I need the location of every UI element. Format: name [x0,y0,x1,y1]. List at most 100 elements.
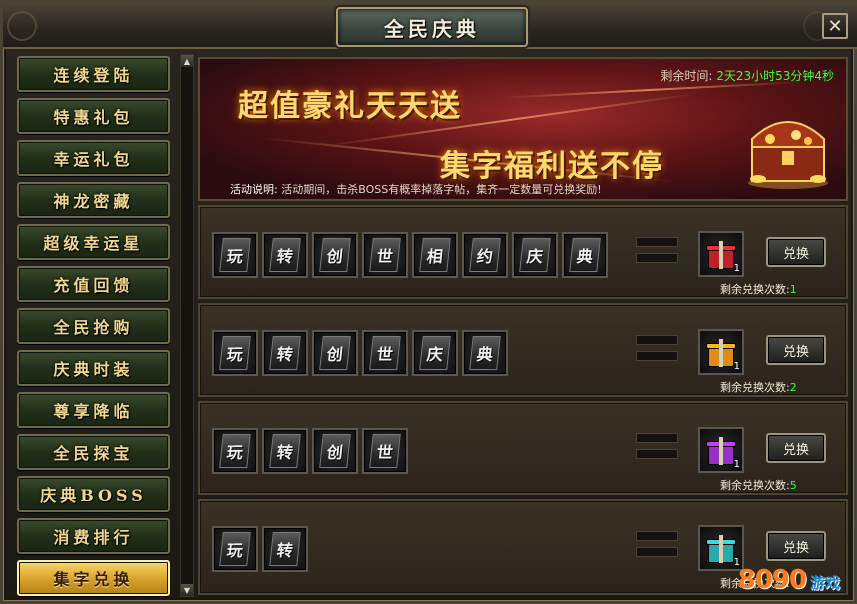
banner-headline-2: 集字福利送不停 [440,149,664,184]
reward-slot[interactable]: 1 [698,231,744,277]
character-token-slot[interactable]: 世 [362,232,408,278]
character-token: 约 [469,238,501,272]
reward-quantity: 1 [733,459,740,470]
reward-quantity: 1 [733,361,740,372]
character-token: 世 [369,336,401,370]
remaining-label: 剩余兑换次数: [720,283,790,296]
sidebar-item-6[interactable]: 全民抢购 [17,308,170,344]
title-plate: 全民庆典 [336,7,528,47]
character-token-slot[interactable]: 转 [262,232,308,278]
character-token-slot[interactable]: 相 [412,232,458,278]
gift-box-icon [706,339,736,367]
remaining-count: 5 [789,479,797,492]
character-token-slot[interactable]: 玩 [212,526,258,572]
arrow-indicator-icon [636,433,678,443]
gift-box-icon [706,437,736,465]
exchange-button[interactable]: 兑换 [766,237,826,267]
character-token-slot[interactable]: 典 [462,330,508,376]
character-token: 转 [269,532,301,566]
character-token: 相 [419,238,451,272]
character-token: 玩 [219,532,251,566]
exchange-row: 玩转创世 1 兑换剩余兑换次数:5 [198,401,848,495]
character-token-slot[interactable]: 庆 [512,232,558,278]
character-token: 转 [269,434,301,468]
character-token: 典 [469,336,501,370]
remaining-count: 2 [789,381,797,394]
reward-quantity: 1 [733,263,740,274]
character-token: 世 [369,434,401,468]
arrow-indicator-icon [636,253,678,263]
character-token: 典 [569,238,601,272]
arrow-indicator-icon [636,449,678,459]
arrow-indicator-icon [636,547,678,557]
arrow-indicator-icon [636,335,678,345]
sidebar-item-12[interactable]: 集字兑换 [17,560,170,596]
character-token-slot[interactable]: 转 [262,330,308,376]
gift-box-icon [706,241,736,269]
character-token-slot[interactable]: 创 [312,232,358,278]
character-token-slot[interactable]: 世 [362,428,408,474]
exchange-button[interactable]: 兑换 [766,531,826,561]
sidebar-item-5[interactable]: 充值回馈 [17,266,170,302]
close-button[interactable]: ✕ [822,13,848,39]
exchange-button[interactable]: 兑换 [766,433,826,463]
character-token-slot[interactable]: 玩 [212,330,258,376]
character-token: 庆 [419,336,451,370]
window-title: 全民庆典 [384,16,480,41]
character-token-slot[interactable]: 庆 [412,330,458,376]
countdown-value: 2天23小时53分钟4秒 [716,69,834,83]
character-token-slot[interactable]: 转 [262,526,308,572]
character-token: 世 [369,238,401,272]
character-token: 玩 [219,336,251,370]
sidebar-item-8[interactable]: 尊享降临 [17,392,170,428]
remaining-label: 剩余兑换次数: [720,381,790,394]
treasure-chest-icon [748,121,828,189]
exchange-button[interactable]: 兑换 [766,335,826,365]
character-token-slot[interactable]: 世 [362,330,408,376]
character-token-slot[interactable]: 创 [312,330,358,376]
character-token-slot[interactable]: 转 [262,428,308,474]
character-token: 庆 [519,238,551,272]
character-token-slot[interactable]: 约 [462,232,508,278]
scroll-down-icon[interactable]: ▼ [181,584,193,596]
watermark-suffix: 游戏 [809,574,840,592]
remaining-count: 1 [789,283,797,296]
character-token-slot[interactable]: 创 [312,428,358,474]
remaining-exchanges: 剩余兑换次数:5 [720,477,797,493]
description-label: 活动说明: [230,183,278,196]
reward-slot[interactable]: 1 [698,329,744,375]
sidebar-item-2[interactable]: 幸运礼包 [17,140,170,176]
character-token: 玩 [219,238,251,272]
event-description: 活动说明: 活动期间，击杀BOSS有概率掉落字帖，集齐一定数量可兑换奖励! [230,181,602,197]
description-text: 活动期间，击杀BOSS有概率掉落字帖，集齐一定数量可兑换奖励! [281,183,602,196]
banner-headline-1: 超值豪礼天天送 [238,89,462,124]
scroll-up-icon[interactable]: ▲ [181,55,193,67]
watermark-number: 8090 [737,565,807,595]
character-token-slot[interactable]: 典 [562,232,608,278]
event-banner: 超值豪礼天天送 集字福利送不停 剩余时间: 2天23小时53分钟4秒 活动说明:… [198,57,848,201]
corner-ornament-icon [7,11,37,41]
character-token-slot[interactable]: 玩 [212,428,258,474]
reward-slot[interactable]: 1 [698,427,744,473]
sidebar-item-1[interactable]: 特惠礼包 [17,98,170,134]
sidebar-item-0[interactable]: 连续登陆 [17,56,170,92]
sidebar-item-7[interactable]: 庆典时装 [17,350,170,386]
arrow-indicator-icon [636,351,678,361]
site-watermark-logo: 8090 游戏 [698,559,848,601]
sidebar-item-3[interactable]: 神龙密藏 [17,182,170,218]
sidebar-item-11[interactable]: 消费排行 [17,518,170,554]
remaining-exchanges: 剩余兑换次数:2 [720,379,797,395]
character-token: 转 [269,238,301,272]
character-token-slot[interactable]: 玩 [212,232,258,278]
character-token: 转 [269,336,301,370]
character-token: 创 [319,336,351,370]
sidebar-item-10[interactable]: 庆典BOSS [17,476,170,512]
sidebar-nav: 连续登陆特惠礼包幸运礼包神龙密藏超级幸运星充值回馈全民抢购庆典时装尊享降临全民探… [11,52,176,598]
character-token: 创 [319,238,351,272]
sidebar-item-9[interactable]: 全民探宝 [17,434,170,470]
title-bar: 全民庆典 ✕ [3,3,857,49]
remaining-exchanges: 剩余兑换次数:1 [720,281,797,297]
sidebar-item-4[interactable]: 超级幸运星 [17,224,170,260]
countdown-label: 剩余时间: [660,69,713,83]
sidebar-scrollbar[interactable]: ▲ ▼ [180,54,194,597]
